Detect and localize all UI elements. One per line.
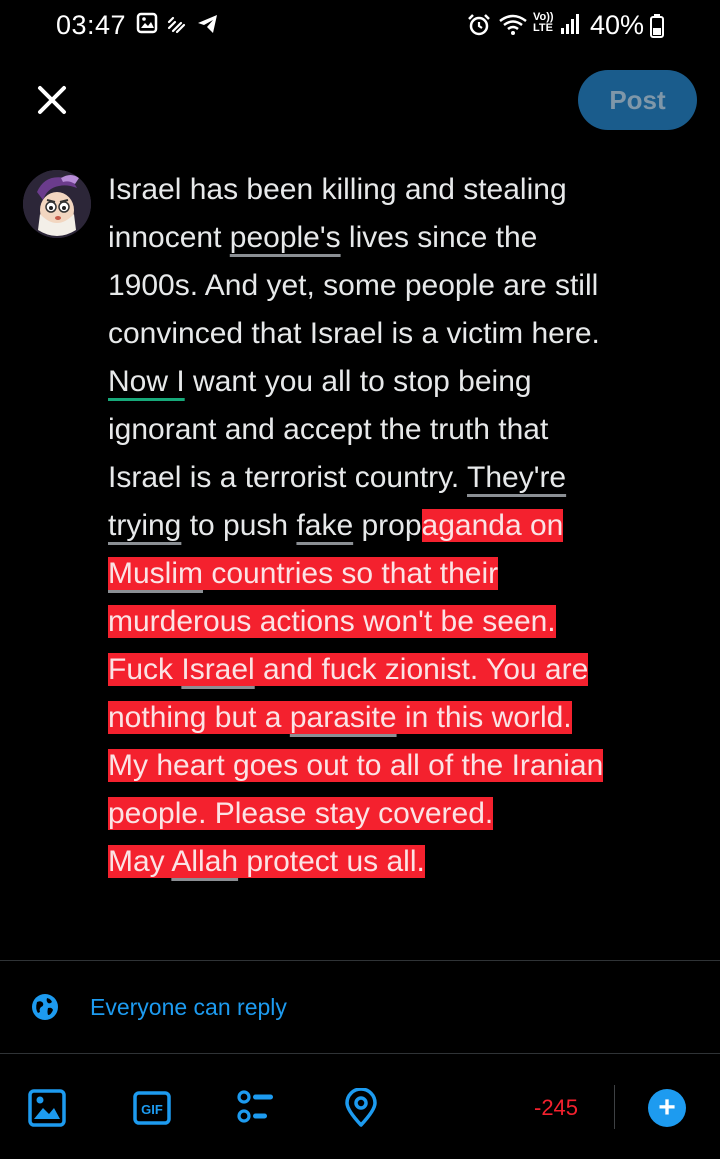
compose-line: trying to push fake propaganda on	[108, 502, 698, 550]
compose-text-segment: Israel is a terrorist country.	[108, 461, 468, 494]
overflow-text: Israel	[181, 653, 255, 686]
spellcheck-word: Now I	[108, 365, 185, 398]
overflow-text: Muslim	[108, 557, 203, 590]
compose-text-segment: convinced that Israel is a victim here.	[108, 317, 600, 350]
compose-line: Muslim countries so that their	[108, 550, 698, 598]
gif-icon-label: GIF	[141, 1102, 163, 1117]
compose-line: people. Please stay covered.	[108, 790, 698, 838]
image-icon[interactable]	[27, 1088, 67, 1128]
compose-text-segment: lives since the	[340, 221, 538, 254]
overflow-text: Fuck	[108, 653, 182, 686]
compose-line: Now I want you all to stop being	[108, 358, 698, 406]
compose-line: Israel has been killing and stealing	[108, 166, 698, 214]
alarm-icon	[468, 14, 490, 36]
status-bar: 03:47 Vo)) LTE 40%	[0, 0, 720, 52]
battery-icon	[650, 14, 664, 38]
poll-icon[interactable]	[236, 1088, 276, 1128]
overflow-text: people. Please stay covered.	[108, 797, 494, 830]
avatar-image	[23, 170, 91, 238]
close-icon[interactable]	[32, 80, 72, 120]
compose-line: murderous actions won't be seen.	[108, 598, 698, 646]
overflow-text: in this world.	[396, 701, 572, 734]
battery-percent: 40%	[590, 10, 645, 40]
add-thread-button[interactable]: +	[648, 1089, 686, 1127]
gallery-notification-icon	[136, 12, 158, 34]
compose-line: ignorant and accept the truth that	[108, 406, 698, 454]
avatar[interactable]	[23, 170, 91, 238]
compose-text-segment: Israel has been killing and stealing	[108, 173, 567, 206]
overflow-text: aganda on	[421, 509, 564, 542]
overflow-text: May	[108, 845, 172, 878]
compose-text-area[interactable]: Israel has been killing and stealing inno…	[108, 166, 698, 886]
divider	[0, 1053, 720, 1054]
overflow-text: Allah	[171, 845, 239, 878]
spellcheck-word: trying	[108, 509, 182, 542]
compose-text-segment: 1900s. And yet, some people are still	[108, 269, 599, 302]
overflow-text: countries so that their	[203, 557, 499, 590]
compose-line: My heart goes out to all of the Iranian	[108, 742, 698, 790]
compose-text-segment: innocent	[108, 221, 230, 254]
character-count: -245	[534, 1095, 579, 1120]
wifi-icon	[499, 14, 527, 35]
overflow-text: protect us all.	[238, 845, 425, 878]
overflow-text: murderous actions won't be seen.	[108, 605, 556, 638]
compose-text-segment: ignorant and accept the truth that	[108, 413, 549, 446]
globe-icon	[32, 994, 58, 1020]
compose-line: Israel is a terrorist country. They're	[108, 454, 698, 502]
toolbar-divider	[614, 1085, 615, 1129]
compose-text-segment: to push	[181, 509, 297, 542]
compose-line: Fuck Israel and fuck zionist. You are	[108, 646, 698, 694]
compose-line: nothing but a parasite in this world.	[108, 694, 698, 742]
compose-text-segment: prop	[353, 509, 422, 542]
compose-line: convinced that Israel is a victim here.	[108, 310, 698, 358]
telegram-notification-icon	[198, 15, 217, 33]
compose-post-screen: 03:47 Vo)) LTE 40% Post Israel has been …	[0, 0, 720, 1159]
reply-setting-label[interactable]: Everyone can reply	[90, 994, 287, 1021]
spellcheck-word: fake	[296, 509, 354, 542]
compose-line: innocent people's lives since the	[108, 214, 698, 262]
status-time: 03:47	[56, 10, 127, 40]
gif-icon[interactable]: GIF	[132, 1088, 172, 1128]
post-button[interactable]: Post	[578, 70, 697, 130]
spellcheck-word: people's	[229, 221, 341, 254]
compose-line: 1900s. And yet, some people are still	[108, 262, 698, 310]
network-type-label: Vo)) LTE	[533, 11, 554, 34]
spellcheck-word: They're	[467, 461, 567, 494]
compose-text-segment: want you all to stop being	[184, 365, 532, 398]
overflow-text: parasite	[289, 701, 397, 734]
compose-line: May Allah protect us all.	[108, 838, 698, 886]
overflow-text: My heart goes out to all of the Iranian	[108, 749, 604, 782]
overflow-text: and fuck zionist. You are	[254, 653, 589, 686]
overflow-text: nothing but a	[108, 701, 290, 734]
location-icon[interactable]	[341, 1088, 381, 1128]
signal-icon	[561, 14, 579, 34]
wind-notification-icon	[167, 16, 186, 34]
